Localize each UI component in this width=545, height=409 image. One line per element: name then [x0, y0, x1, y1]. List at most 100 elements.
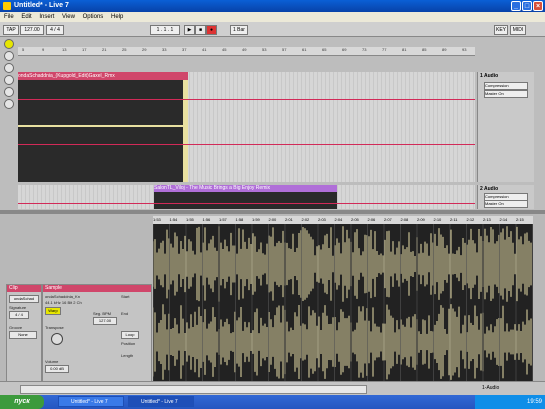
wave-ruler-tick: 2:14	[499, 217, 508, 222]
taskbar-item[interactable]: Untitled* - Live 7	[128, 396, 194, 407]
position-label: Position	[121, 341, 136, 346]
sample-ruler[interactable]: 1:53 1:54 1:55 1:56 1:57 1:58 1:59 2:00 2:01 2:02…	[153, 216, 533, 224]
audio-clip[interactable]: SalonTL_Viloj - The Music Brings a Big E…	[154, 185, 337, 209]
menu-insert[interactable]: Insert	[39, 14, 54, 20]
menu-edit[interactable]: Edit	[21, 14, 31, 20]
ruler-tick: 73	[362, 47, 367, 52]
window-title: Untitled* - Live 7	[14, 2, 69, 9]
ruler-tick: 37	[182, 47, 187, 52]
ruler-tick: 69	[342, 47, 347, 52]
wave-ruler-tick: 2:15	[516, 217, 524, 222]
menu-bar: File Edit Insert View Options Help	[0, 12, 545, 22]
beat-ruler[interactable]: 5 9 13 17 21 25 29 33 37 41 45 49 53 57 …	[18, 47, 475, 56]
key-map-button[interactable]: KEY	[494, 25, 508, 35]
taskbar: пуск Untitled* - Live 7 Untitled* - Live…	[0, 395, 545, 409]
menu-help[interactable]: Help	[111, 14, 123, 20]
track-1-lane[interactable]: ondaSchaddnia_(Kupgold_Edit)Gaxel_Rmx	[18, 72, 475, 182]
arrangement-tools	[2, 37, 15, 210]
menu-options[interactable]: Options	[83, 14, 104, 20]
arrangement-view: 5 9 13 17 21 25 29 33 37 41 45 49 53 57 …	[0, 37, 545, 237]
menu-view[interactable]: View	[62, 14, 75, 20]
system-tray: 19:59	[475, 395, 545, 409]
device-icon[interactable]	[4, 87, 14, 97]
sample-file-name: ondaSchaddnia_Kn	[45, 294, 80, 299]
folder-icon[interactable]	[4, 63, 14, 73]
volume-label: Volume	[45, 359, 59, 364]
maximize-button[interactable]: □	[522, 1, 532, 11]
wave-ruler-tick: 1:59	[252, 217, 260, 222]
automation-line[interactable]	[18, 203, 475, 204]
ruler-tick: 13	[62, 47, 67, 52]
sample-waveform-display[interactable]	[153, 224, 533, 382]
clip-box-title: Clip	[7, 285, 41, 292]
input-type-dropdown[interactable]: Compression	[484, 82, 528, 90]
input-channel-dropdown[interactable]: Master On	[484, 200, 528, 208]
wave-ruler-tick: 2:04	[334, 217, 343, 222]
ruler-tick: 85	[422, 47, 427, 52]
selected-track-name: 1-Audio	[482, 385, 500, 391]
ruler-tick: 29	[142, 47, 147, 52]
automation-line[interactable]	[18, 99, 475, 100]
clip-title: SalonTL_Viloj - The Music Brings a Big E…	[154, 185, 337, 192]
hotswap-icon[interactable]	[4, 99, 14, 109]
quantize-menu[interactable]: 1 Bar	[230, 25, 248, 35]
input-channel-dropdown[interactable]: Master On	[484, 90, 528, 98]
ruler-tick: 49	[242, 47, 247, 52]
ruler-tick: 5	[22, 47, 25, 52]
ruler-tick: 77	[382, 47, 387, 52]
wave-ruler-tick: 1:56	[202, 217, 211, 222]
loop-button[interactable]: Loop	[121, 331, 139, 339]
menu-file[interactable]: File	[4, 14, 14, 20]
signature-field[interactable]: 4 / 4	[46, 25, 64, 35]
minimize-button[interactable]: _	[511, 1, 521, 11]
wave-ruler-tick: 2:01	[285, 217, 293, 222]
ruler-tick: 25	[122, 47, 127, 52]
wave-ruler-tick: 1:55	[186, 217, 194, 222]
sample-info: 44.1 kHz 16 Bit 2 Ch	[45, 300, 82, 305]
track-2-header[interactable]: 2 Audio Compression Master On	[477, 185, 534, 209]
wave-ruler-tick: 2:09	[417, 217, 425, 222]
wave-ruler-tick: 2:03	[318, 217, 326, 222]
start-label: Start	[121, 294, 130, 299]
signature-label: Signature	[9, 305, 27, 310]
taskbar-item[interactable]: Untitled* - Live 7	[58, 396, 124, 407]
wave-ruler-tick: 2:08	[400, 217, 409, 222]
detail-view: Clip ondaSchad Signature 4 / 4 Groove No…	[0, 214, 545, 395]
tap-button[interactable]: TAP	[3, 25, 19, 35]
sample-box: Sample ondaSchaddnia_Kn 44.1 kHz 16 Bit …	[42, 284, 152, 382]
warp-button[interactable]: Warp	[45, 307, 61, 315]
length-label: Length	[121, 353, 134, 358]
close-button[interactable]: ×	[533, 1, 543, 11]
play-button[interactable]: ▶	[184, 25, 195, 35]
transpose-knob[interactable]	[51, 333, 63, 345]
record-button[interactable]: ●	[206, 25, 217, 35]
groove-dropdown[interactable]: None	[9, 331, 37, 339]
app-icon	[3, 2, 11, 10]
midi-map-button[interactable]: MIDI	[510, 25, 526, 35]
stop-button[interactable]: ■	[195, 25, 206, 35]
control-bar: TAP 127.00 4 / 4 1 . 1 . 1 ▶ ■ ● 1 Bar K…	[0, 22, 545, 37]
clip-waveform	[18, 80, 188, 182]
ruler-tick: 65	[322, 47, 327, 52]
ruler-tick: 33	[162, 47, 167, 52]
overview-icon[interactable]	[4, 39, 14, 49]
signature-field[interactable]: 4 / 4	[9, 311, 29, 319]
tempo-field[interactable]: 127.00	[20, 25, 44, 35]
automation-line[interactable]	[18, 144, 475, 145]
track-name: 1 Audio	[480, 73, 499, 79]
info-view	[20, 385, 367, 394]
start-button[interactable]: пуск	[0, 395, 44, 409]
ruler-tick: 57	[282, 47, 287, 52]
position-field[interactable]: 1 . 1 . 1	[150, 25, 180, 35]
status-bar: 1-Audio	[0, 381, 545, 396]
plugin-icon[interactable]	[4, 75, 14, 85]
track-2-lane[interactable]: SalonTL_Viloj - The Music Brings a Big E…	[18, 185, 475, 209]
volume-field[interactable]: 0.00 dB	[45, 365, 69, 373]
seg-bpm-field[interactable]: 127.00	[93, 317, 117, 325]
end-label: End	[121, 311, 129, 316]
wave-ruler-tick: 2:07	[384, 217, 392, 222]
clip-name-field[interactable]: ondaSchad	[9, 295, 39, 303]
audio-clip[interactable]: ondaSchaddnia_(Kupgold_Edit)Gaxel_Rmx	[18, 72, 188, 182]
track-1-header[interactable]: 1 Audio Compression Master On	[477, 72, 534, 182]
browser-icon[interactable]	[4, 51, 14, 61]
